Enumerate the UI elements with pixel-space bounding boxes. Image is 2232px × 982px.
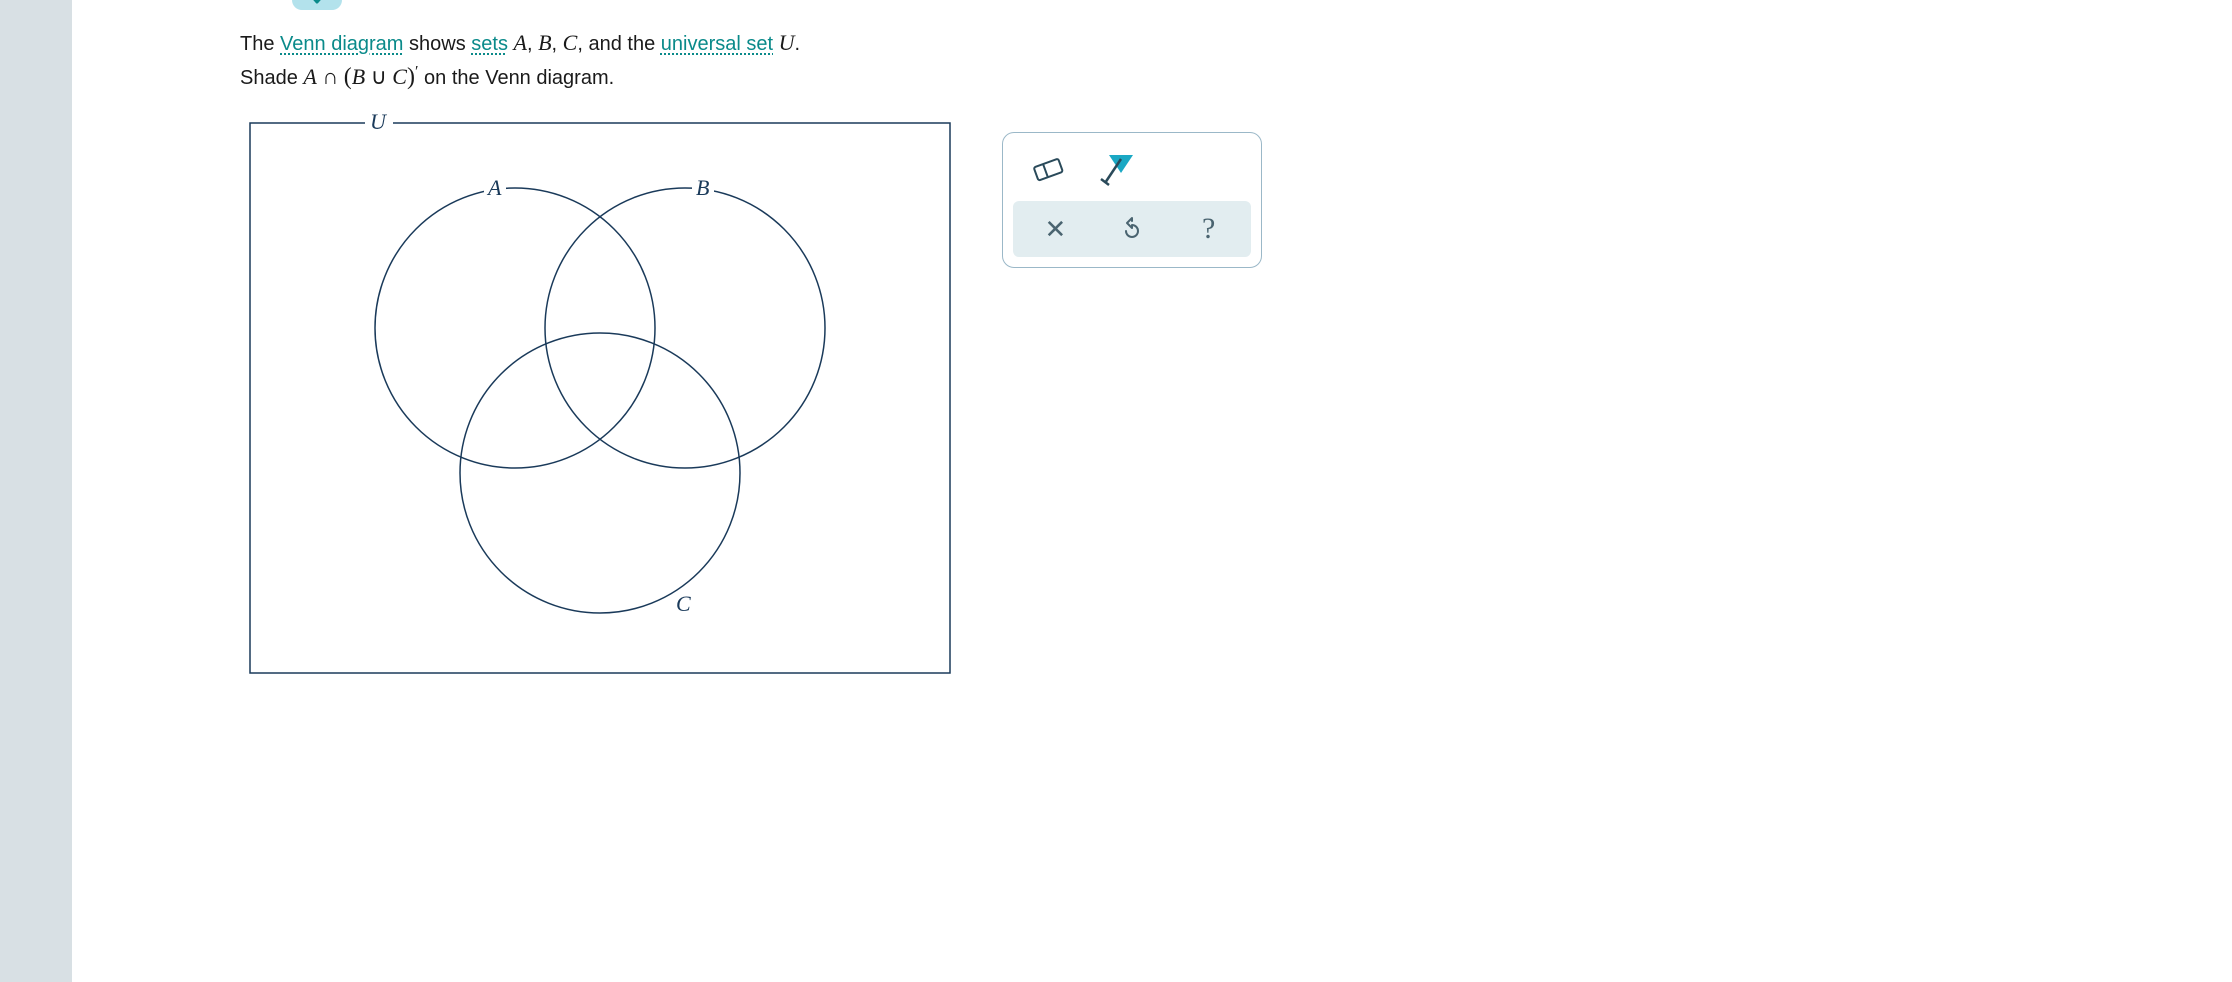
rparen: ) <box>407 64 415 90</box>
venn-svg[interactable]: U A B C <box>240 103 960 683</box>
link-venn-diagram[interactable]: Venn diagram <box>280 33 403 55</box>
checkmark-badge <box>292 0 342 10</box>
chevron-down-icon <box>307 0 327 5</box>
question-line-2: Shade A ∩ (B ∪ C)′ on the Venn diagram. <box>240 59 2232 95</box>
set-a: A <box>514 30 527 55</box>
text: The <box>240 33 280 55</box>
text: . <box>795 33 801 55</box>
expr-a: A <box>303 64 316 89</box>
text: and the <box>583 33 661 55</box>
question-text: The Venn diagram shows sets A, B, C, and… <box>240 26 2232 95</box>
main-content: The Venn diagram shows sets A, B, C, and… <box>72 0 2232 982</box>
set-b: B <box>538 30 551 55</box>
expr-b: B <box>352 64 365 89</box>
text: on the Venn diagram. <box>418 67 614 89</box>
universal-rect[interactable] <box>250 123 950 673</box>
toolbox: ✕ ? <box>1002 132 1262 268</box>
text: Shade <box>240 67 303 89</box>
eraser-icon[interactable] <box>1027 151 1067 187</box>
close-icon: ✕ <box>1044 214 1066 245</box>
fill-icon[interactable] <box>1097 151 1137 187</box>
cap-symbol: ∩ <box>317 64 344 89</box>
cup-symbol: ∪ <box>365 64 392 89</box>
text: , <box>527 33 538 55</box>
text: , <box>552 33 563 55</box>
venn-diagram[interactable]: U A B C <box>240 103 960 683</box>
text: shows <box>403 33 471 55</box>
expr-c: C <box>392 64 407 89</box>
link-sets[interactable]: sets <box>471 33 508 55</box>
set-c: C <box>563 30 578 55</box>
label-a: A <box>486 175 502 200</box>
label-c: C <box>676 591 691 616</box>
reset-button[interactable] <box>1094 205 1171 253</box>
undo-icon <box>1120 217 1144 241</box>
link-universal-set[interactable]: universal set <box>661 33 773 55</box>
circle-b[interactable] <box>545 188 825 468</box>
circle-a[interactable] <box>375 188 655 468</box>
set-u: U <box>779 30 795 55</box>
circle-c[interactable] <box>460 333 740 613</box>
help-icon: ? <box>1202 212 1215 246</box>
tool-row-2: ✕ ? <box>1013 201 1251 257</box>
clear-button[interactable]: ✕ <box>1017 205 1094 253</box>
help-button[interactable]: ? <box>1170 205 1247 253</box>
tool-row-1 <box>1013 143 1251 201</box>
question-line-1: The Venn diagram shows sets A, B, C, and… <box>240 26 2232 59</box>
left-sidebar <box>0 0 72 982</box>
label-b: B <box>696 175 709 200</box>
label-u: U <box>370 109 388 134</box>
lparen: ( <box>344 64 352 90</box>
